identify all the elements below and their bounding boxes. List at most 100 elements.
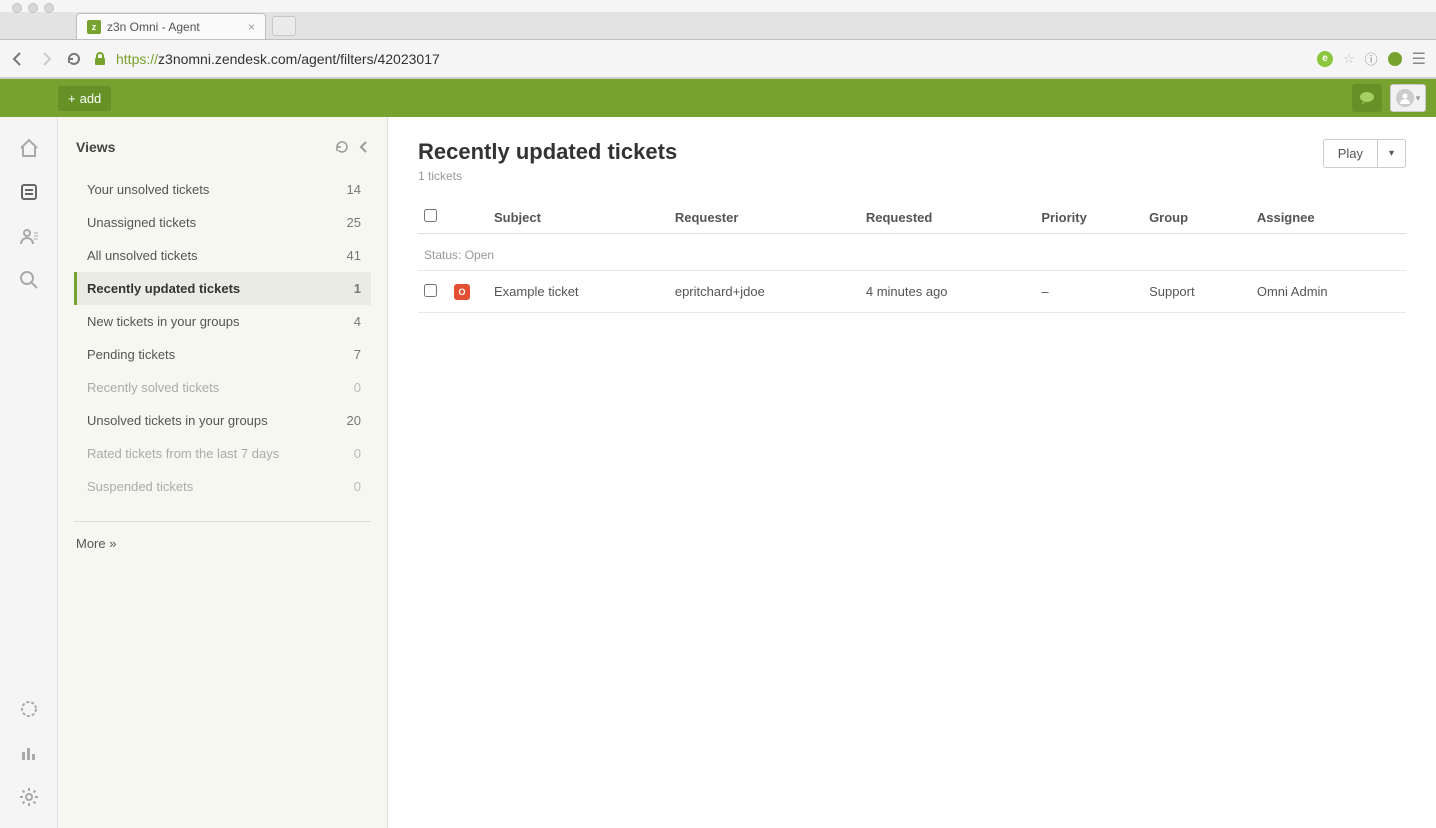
view-count: 25 (347, 215, 361, 230)
col-requested[interactable]: Requested (860, 201, 1035, 234)
col-group[interactable]: Group (1143, 201, 1251, 234)
browser-toolbar-right: e ☆ ⓘ ☰ (1317, 49, 1426, 69)
view-item[interactable]: Recently updated tickets 1 (74, 272, 371, 305)
tab-close-icon[interactable]: × (240, 20, 255, 34)
settings-gear-icon[interactable] (18, 786, 40, 808)
reload-icon[interactable] (66, 51, 84, 67)
col-requester[interactable]: Requester (669, 201, 860, 234)
row-status-cell: O (448, 271, 488, 313)
url-path: z3nomni.zendesk.com/agent/filters/420230… (158, 51, 440, 67)
view-item[interactable]: Unassigned tickets25 (74, 206, 371, 239)
view-item[interactable]: Recently solved tickets 0 (74, 371, 371, 404)
group-label: Status: Open (418, 234, 1406, 271)
view-item[interactable]: Rated tickets from the last 7 days 0 (74, 437, 371, 470)
row-checkbox[interactable] (424, 284, 437, 297)
view-label: Recently solved tickets (87, 380, 219, 395)
status-badge: O (454, 284, 470, 300)
ticket-count: 1 tickets (418, 169, 677, 183)
col-assignee[interactable]: Assignee (1251, 201, 1406, 234)
view-item[interactable]: Suspended tickets 0 (74, 470, 371, 503)
view-count: 1 (354, 281, 361, 296)
plus-icon: + (68, 91, 76, 106)
cell-requested: 4 minutes ago (860, 271, 1035, 313)
chat-button[interactable] (1352, 84, 1382, 112)
view-label: Rated tickets from the last 7 days (87, 446, 279, 461)
users-icon[interactable] (18, 225, 40, 247)
content-area: Recently updated tickets 1 tickets Play … (388, 117, 1436, 828)
user-menu-button[interactable]: ▾ (1390, 84, 1426, 112)
browser-menu-icon[interactable]: ☰ (1412, 49, 1426, 69)
play-dropdown-button[interactable]: ▾ (1378, 139, 1406, 168)
window-zoom-dot[interactable] (44, 3, 54, 13)
favicon-icon: z (87, 20, 101, 34)
select-all-header (418, 201, 448, 234)
nav-rail (0, 117, 58, 828)
tab-title: z3n Omni - Agent (107, 20, 200, 34)
forward-icon[interactable] (38, 51, 56, 67)
url-protocol: https:// (116, 51, 158, 67)
ticket-table: Subject Requester Requested Priority Gro… (418, 201, 1406, 313)
main-layout: Views Your unsolved tickets 14 Unassigned … (0, 117, 1436, 828)
add-button[interactable]: + add (58, 86, 111, 111)
avatar-icon (1396, 89, 1414, 107)
window-title-bar (0, 0, 1436, 12)
cell-subject: Example ticket (488, 271, 669, 313)
view-item[interactable]: New tickets in your groups4 (74, 305, 371, 338)
select-all-checkbox[interactable] (424, 209, 437, 222)
cell-requester: epritchard+jdoe (669, 271, 860, 313)
refresh-icon[interactable] (335, 140, 349, 154)
view-label: New tickets in your groups (87, 314, 239, 329)
status-dot-icon[interactable] (1388, 52, 1402, 66)
view-item[interactable]: Pending tickets7 (74, 338, 371, 371)
view-count: 0 (354, 380, 361, 395)
tab-strip: z z3n Omni - Agent × (0, 12, 1436, 40)
view-label: Recently updated tickets (87, 281, 240, 296)
play-button[interactable]: Play (1323, 139, 1378, 168)
col-subject[interactable]: Subject (488, 201, 669, 234)
view-label: Your unsolved tickets (87, 182, 209, 197)
extension-icon[interactable]: e (1317, 51, 1333, 67)
window-controls[interactable] (12, 3, 54, 13)
browser-tab[interactable]: z z3n Omni - Agent × (76, 13, 266, 39)
help-icon[interactable] (18, 698, 40, 720)
views-sidebar: Views Your unsolved tickets 14 Unassigned … (58, 117, 388, 828)
col-priority[interactable]: Priority (1035, 201, 1143, 234)
address-bar-url[interactable]: https://z3nomni.zendesk.com/agent/filter… (116, 51, 440, 67)
ticket-row[interactable]: O Example ticketepritchard+jdoe4 minutes … (418, 271, 1406, 313)
search-icon[interactable] (18, 269, 40, 291)
page-title: Recently updated tickets (418, 139, 677, 165)
header-right: ▾ (1352, 84, 1426, 112)
view-count: 20 (347, 413, 361, 428)
add-button-label: add (80, 91, 102, 106)
lock-icon (94, 52, 106, 66)
content-header: Recently updated tickets 1 tickets Play … (418, 139, 1406, 183)
home-icon[interactable] (18, 137, 40, 159)
play-button-group: Play ▾ (1323, 139, 1406, 168)
reports-icon[interactable] (18, 742, 40, 764)
bookmark-star-icon[interactable]: ☆ (1343, 51, 1355, 67)
view-count: 14 (347, 182, 361, 197)
new-tab-button[interactable] (272, 16, 296, 36)
back-icon[interactable] (10, 51, 28, 67)
views-title: Views (76, 139, 115, 155)
row-checkbox-cell (418, 271, 448, 313)
more-link[interactable]: More » (74, 536, 116, 551)
view-item[interactable]: Unsolved tickets in your groups20 (74, 404, 371, 437)
view-count: 0 (354, 446, 361, 461)
divider (74, 521, 371, 522)
cell-assignee: Omni Admin (1251, 271, 1406, 313)
window-close-dot[interactable] (12, 3, 22, 13)
view-count: 0 (354, 479, 361, 494)
views-header: Views (74, 139, 371, 155)
window-minimize-dot[interactable] (28, 3, 38, 13)
view-label: Suspended tickets (87, 479, 193, 494)
page-info-icon[interactable]: ⓘ (1365, 49, 1378, 68)
collapse-icon[interactable] (359, 140, 369, 154)
view-item[interactable]: All unsolved tickets41 (74, 239, 371, 272)
view-item[interactable]: Your unsolved tickets 14 (74, 173, 371, 206)
group-row: Status: Open (418, 234, 1406, 271)
view-count: 41 (347, 248, 361, 263)
views-icon[interactable] (18, 181, 40, 203)
address-bar-row: https://z3nomni.zendesk.com/agent/filter… (0, 40, 1436, 78)
app-header: + add ▾ (0, 79, 1436, 117)
